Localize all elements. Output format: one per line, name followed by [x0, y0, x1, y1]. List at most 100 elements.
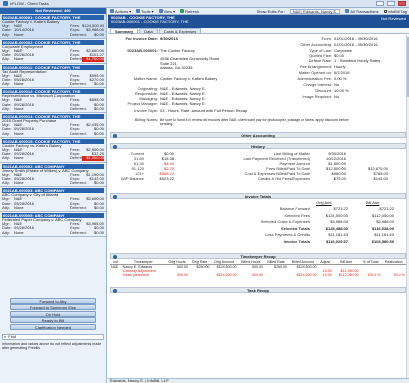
- column-header[interactable]: Realization: [381, 260, 406, 265]
- view-menu[interactable]: View ▾: [158, 9, 175, 14]
- item-line: Atty: None Deferred: $0.00: [2, 180, 104, 186]
- matter-name-label: Matter Name:: [133, 76, 158, 81]
- list-item[interactable]: 0023AB-000002: COOKIE FACTORY, THE Corpor…: [0, 39, 106, 64]
- show-edits-select[interactable]: N&E: Edwards, Nancy E.: [289, 8, 341, 14]
- invoice-bill-amount: $116,038.00: [371, 225, 394, 231]
- client-name: The Cookie Factory: [160, 48, 195, 53]
- item-line: Atty: None Deferred: $0.00: [2, 229, 104, 235]
- collapse-icon[interactable]: [113, 144, 117, 149]
- tab-summary[interactable]: Summary: [110, 28, 139, 34]
- workstream-panel: Not Reviewed: 400 0023AB-000001: COOKIE …: [0, 8, 107, 383]
- item-field-value: None: [14, 230, 24, 235]
- workstream-action-button[interactable]: Forward to Atty: [10, 297, 96, 304]
- invoice-bill-amount: $723.22: [379, 206, 394, 211]
- item-line: Atty: None Deferred: $0.00: [2, 106, 104, 111]
- list-item[interactable]: 0021AB-000005: ABC COMPANY Federated Pape…: [0, 212, 106, 237]
- history-value: $145.00: [373, 176, 388, 181]
- find-input[interactable]: Find: [8, 334, 16, 339]
- item-field-label: Atty:: [2, 31, 11, 37]
- maximize-button[interactable]: [387, 1, 395, 6]
- invoice-date-value: 9/30/2016: [160, 36, 178, 41]
- workstream-action-button[interactable]: Ready to Bill: [10, 317, 96, 324]
- property-value: No: [334, 82, 340, 87]
- item-field-label: Atty:: [2, 56, 11, 62]
- timekeeper-recap-section[interactable]: Timekeeper Recap: [110, 253, 406, 259]
- column-header[interactable]: Billed Amount: [288, 260, 318, 265]
- list-item[interactable]: 0023AB-000001: COOKIE FACTORY, THE Cookie…: [0, 14, 106, 39]
- item-amount-label: Deferred:: [70, 130, 87, 136]
- item-amount-value: $0.00: [93, 229, 104, 235]
- column-header[interactable]: Orig Hours: [165, 260, 189, 265]
- invoice-bill-amount: $3,988.00: [376, 219, 394, 224]
- history-date: $75.00: [333, 176, 346, 181]
- task-recap-section[interactable]: Task Recap: [110, 287, 406, 293]
- refresh-button[interactable]: Refresh: [180, 9, 199, 14]
- actions-menu[interactable]: Actions ▾: [110, 9, 131, 14]
- collapse-icon[interactable]: [113, 288, 117, 293]
- status-bar: Edwards, Nancy E. | InfoBill, LLP: [108, 378, 409, 383]
- property-value: Hourly: [334, 64, 346, 69]
- tab-costs-expenses[interactable]: Costs & Expenses: [158, 28, 202, 34]
- refresh-icon: [180, 9, 185, 13]
- invoice-style-value: 03 - Hours, Rate; amount with Full Perso…: [160, 108, 248, 113]
- item-amount-value: $0.00: [93, 31, 104, 37]
- table-cell: [189, 273, 210, 277]
- list-item[interactable]: 0023AB-000014: COOKIE FACTORY, THE 2016 G…: [0, 113, 106, 138]
- property-value: 01/01/2016 - 09/30/2016: [334, 36, 378, 41]
- tab-data[interactable]: Data: [139, 28, 158, 34]
- property-value: 01/01/2016 - 09/30/2016: [334, 42, 378, 47]
- column-header[interactable]: Billed Rate: [264, 260, 289, 265]
- column-header[interactable]: Orig Amount: [210, 260, 238, 265]
- collapse-icon[interactable]: [113, 254, 117, 259]
- workstream-action-button[interactable]: On Hold: [10, 310, 96, 317]
- list-item[interactable]: 0023AB-000015: COOKIE FACTORY, THE Cookie…: [0, 138, 106, 163]
- invoice-totals-section[interactable]: Invoice Totals: [110, 193, 406, 199]
- invoice-orig-amount: $11,181.63: [328, 232, 348, 237]
- list-item[interactable]: 0023AB-000012: COOKIE FACTORY, THE Repres…: [0, 88, 106, 113]
- find-box[interactable]: ⌕ Find: [2, 333, 104, 340]
- workstream-note: Information and values above do not refl…: [2, 341, 102, 350]
- close-button[interactable]: [398, 1, 406, 6]
- list-item[interactable]: 0023AB-000011: COOKIE FACTORY, THE Tax Au…: [0, 64, 106, 89]
- other-accounting-section[interactable]: Other Accounting: [110, 132, 406, 138]
- checkbox-icon: [383, 9, 387, 13]
- collapse-icon[interactable]: [113, 133, 117, 138]
- table-row[interactable]: Totals (selected) 500.00 $124,500.00 500.00…: [110, 273, 406, 277]
- list-item[interactable]: 0021AB-000003: ABC COMPANY ABC Company v.…: [0, 187, 106, 212]
- workstream-action-button[interactable]: Clarification Needed: [10, 323, 96, 330]
- app-icon: [3, 1, 8, 6]
- item-amount-value: $0.00: [93, 81, 104, 87]
- chevron-down-icon: ▾: [129, 8, 132, 14]
- property-label: Default Rate:: [308, 58, 332, 63]
- list-item[interactable]: 0021AB-000002: ABC COMPANY Jimmy Smith (E…: [0, 163, 106, 188]
- item-field-label: Atty:: [2, 204, 11, 210]
- column-header[interactable]: Orig Rate: [189, 260, 211, 265]
- item-field-value: None: [14, 205, 24, 210]
- invoice-orig-amount: $723.22: [333, 206, 348, 211]
- show-edits-label: Show Edits For:: [256, 8, 285, 14]
- collapse-icon[interactable]: [113, 194, 117, 199]
- history-section[interactable]: History: [110, 143, 406, 149]
- item-field-label: Atty:: [2, 81, 11, 87]
- window-titlebar: nFLOW - Client Tasks: [0, 0, 409, 8]
- tools-menu[interactable]: Tools ▾: [136, 9, 154, 14]
- item-line: Atty: None Deferred: $0.00: [2, 130, 104, 136]
- column-header[interactable]: Billed Hours: [237, 260, 265, 265]
- invoice-total-label: Selected Totals: [280, 225, 310, 231]
- invoice-orig-amount: $124,500.00: [325, 212, 348, 218]
- infobill-tag-toggle[interactable]: InfoBill Tag: [383, 9, 407, 14]
- invoice-bill-amount: $103,580.59: [371, 238, 394, 244]
- minimize-button[interactable]: [376, 1, 384, 6]
- item-line: Atty: None Deferred: $1,000.00: [2, 156, 104, 161]
- item-amount-value: $1,000.00: [82, 156, 104, 161]
- client-id: 0023AB-000001:: [127, 48, 158, 53]
- toolbar: Actions ▾ Tools ▾ View ▾ Refresh Show Edits…: [108, 8, 409, 15]
- table-cell: $124,500.00: [296, 273, 317, 277]
- all-transactions-filter[interactable]: All Transactions: [345, 9, 379, 14]
- property-value: 10.00 %: [334, 88, 349, 93]
- workstream-action-button[interactable]: Forward to Someone Else: [10, 304, 96, 311]
- item-field-label: Atty:: [2, 180, 11, 186]
- column-header[interactable]: % of Total: [359, 260, 382, 265]
- item-amount-label: Deferred:: [70, 204, 87, 210]
- property-label: From:: [321, 36, 332, 41]
